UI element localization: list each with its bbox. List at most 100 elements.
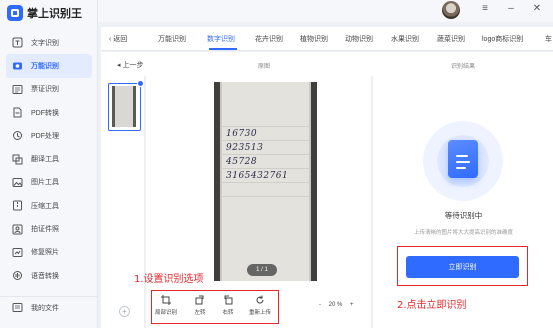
tab-vegetable[interactable]: 蔬菜识别 [437,34,465,44]
handwritten-line: 923513 [226,143,264,153]
repair-icon [12,247,23,258]
sidebar-item-label: 万能识别 [31,62,59,70]
rotate-left-icon [195,295,204,305]
app-window: 掌上识别王 文字识别 万能识别 票证识别 PDF转换 PDF处理 翻译工具 图片… [0,0,553,328]
sidebar-item-label: 票证识别 [31,86,59,94]
sidebar-divider [0,296,97,297]
sidebar-item-label: PDF转换 [31,109,59,117]
tab-fruit[interactable]: 水果识别 [391,34,419,44]
rotate-left-button[interactable]: 左转 [188,295,212,316]
annotation-step1: 1.设置识别选项 [134,274,204,285]
prev-step-label: 上一步 [122,62,144,69]
sidebar-item-label: 拍证件照 [31,226,59,234]
add-image-button[interactable]: + [119,306,130,317]
sidebar-item-pdf-process[interactable]: PDF处理 [6,124,92,147]
handwritten-line: 3165432761 [226,171,289,181]
selected-dot-icon [137,80,144,87]
zoom-out-button[interactable]: - [319,302,321,308]
zoom-control: - 20 % + [316,302,357,308]
sidebar-item-compress[interactable]: 压缩工具 [6,194,92,217]
my-files-label: 我的文件 [31,304,59,312]
result-title: 识别结果 [451,64,476,70]
sidebar-item-text[interactable]: 文字识别 [6,31,92,54]
image-toolbar: 局部识别 左转 右转 重新上传 - 20 % + [146,288,371,328]
avatar[interactable] [442,1,460,19]
sidebar-item-universal[interactable]: 万能识别 [6,54,92,78]
sidebar: 掌上识别王 文字识别 万能识别 票证识别 PDF转换 PDF处理 翻译工具 图片… [0,0,98,328]
page-thumbnail[interactable] [108,80,144,131]
tab-logo[interactable]: logo商标识别 [482,34,523,44]
paper-line [220,182,311,183]
tab-digit[interactable]: 数字识别 [207,34,235,44]
sidebar-nav: 文字识别 万能识别 票证识别 PDF转换 PDF处理 翻译工具 图片工具 压缩工… [6,31,92,287]
original-image-panel: 16730 923513 45728 3165432761 1 / 1 [146,76,371,288]
thumbnail-strip [101,76,145,328]
sidebar-item-ticket[interactable]: 票证识别 [6,78,92,101]
paper-line [220,154,311,155]
sidebar-item-label: PDF处理 [31,132,59,140]
reupload-button[interactable]: 重新上传 [248,295,272,316]
compress-icon [12,200,23,211]
reupload-icon [256,295,264,304]
menu-icon[interactable]: ≡ [479,3,491,14]
rotate-right-button[interactable]: 右转 [216,295,240,316]
page-indicator: 1 / 1 [247,264,277,276]
tab-animal[interactable]: 动物识别 [345,34,373,44]
rotate-right-icon [224,295,233,305]
handwritten-line: 45728 [226,157,258,167]
crop-recognize-button[interactable]: 局部识别 [154,295,178,316]
crop-icon [161,295,171,305]
prev-step-button[interactable]: ◂ 上一步 [117,60,143,70]
thumbnail-image [112,86,136,127]
zoom-in-button[interactable]: + [350,302,354,308]
sidebar-item-repair[interactable]: 修复照片 [6,241,92,264]
tab-flower[interactable]: 花卉识别 [255,34,283,44]
sidebar-item-voice[interactable]: 语音转换 [6,264,92,287]
back-label: 返回 [113,36,128,43]
close-icon[interactable]: ✕ [531,3,543,14]
sidebar-item-translate[interactable]: 翻译工具 [6,147,92,170]
id-photo-icon [12,224,23,235]
paper-line [220,196,311,197]
sidebar-item-label: 图片工具 [31,179,59,187]
brand: 掌上识别王 [7,4,82,22]
tab-active-indicator [209,48,237,50]
app-name: 掌上识别王 [27,8,82,20]
result-panel: 等待识别中 上传清晰的图片将大大提高识别的准确度 立即识别 [372,76,553,328]
annotation-step2: 2.点击立即识别 [397,300,467,311]
waiting-title: 等待识别中 [444,211,483,220]
pdf-process-icon [12,130,23,141]
sidebar-item-pdf-convert[interactable]: PDF转换 [6,101,92,124]
tab-car[interactable]: 车 [545,34,552,44]
sidebar-item-label: 翻译工具 [31,156,59,164]
sidebar-item-label: 修复照片 [31,249,59,257]
paper-line [220,140,311,141]
camera-icon [12,60,23,71]
sidebar-item-id-photo[interactable]: 拍证件照 [6,217,92,240]
waiting-illustration [423,121,503,201]
pdf-convert-icon [12,107,23,118]
ticket-icon [12,84,23,95]
text-icon [12,37,23,48]
sidebar-item-image[interactable]: 图片工具 [6,171,92,194]
uploaded-photo: 16730 923513 45728 3165432761 [214,82,317,281]
sidebar-item-label: 文字识别 [31,39,59,47]
tab-plant[interactable]: 植物识别 [300,34,328,44]
recognize-now-button[interactable]: 立即识别 [406,256,519,278]
sidebar-item-label: 语音转换 [31,272,59,280]
minimize-icon[interactable]: – [505,3,517,14]
back-button[interactable]: ‹ 返回 [109,34,127,44]
original-title: 原图 [258,64,271,70]
paper-line [220,168,311,169]
tab-universal[interactable]: 万能识别 [158,34,186,44]
folder-icon [12,302,23,313]
waiting-subtitle: 上传清晰的图片将大大提高识别的准确度 [413,230,513,236]
voice-icon [12,270,23,281]
zoom-value: 20 % [328,302,343,308]
handwritten-line: 16730 [226,129,258,139]
translate-icon [12,154,23,165]
sidebar-item-label: 压缩工具 [31,202,59,210]
tool-label: 重新上传 [248,310,271,316]
app-logo-icon [7,5,23,21]
my-files-button[interactable]: 我的文件 [12,302,59,313]
